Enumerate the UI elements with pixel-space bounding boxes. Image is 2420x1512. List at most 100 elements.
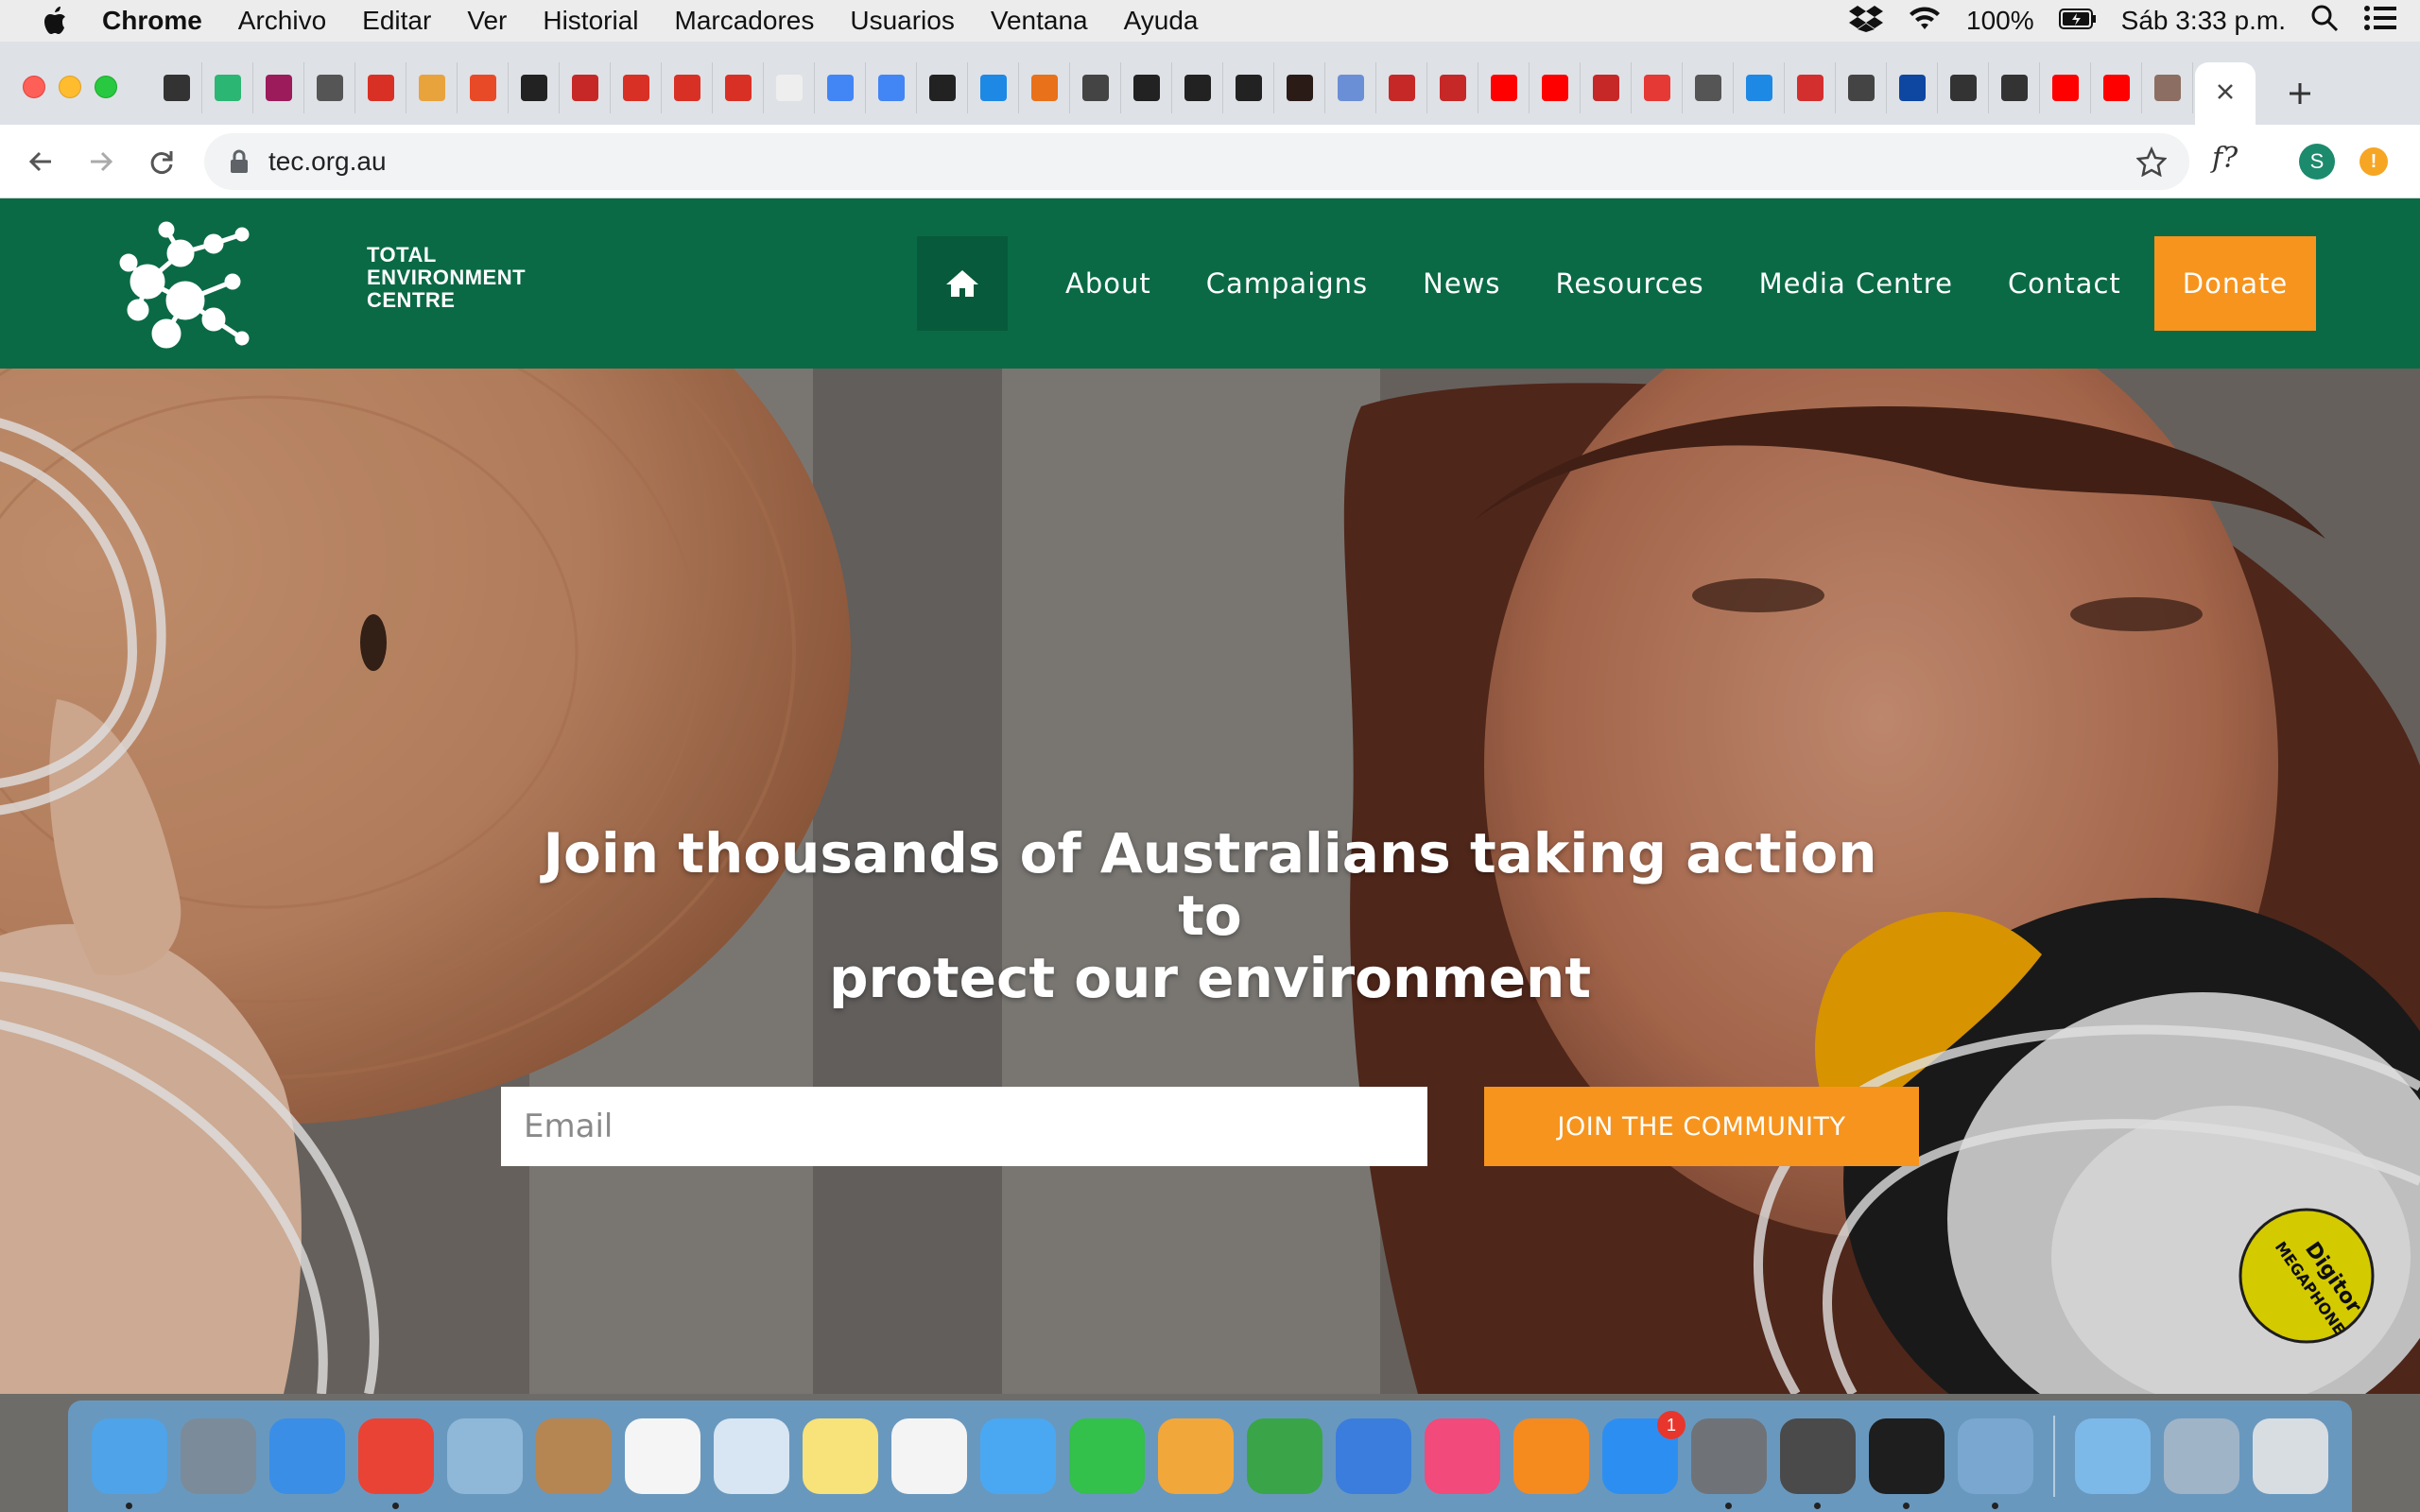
window-fullscreen-button[interactable] [95, 76, 117, 98]
pinned-tab[interactable] [1581, 62, 1632, 113]
menu-ayuda[interactable]: Ayuda [1124, 6, 1199, 36]
pinned-tab[interactable] [2040, 62, 2091, 113]
dock-photos-icon[interactable] [891, 1418, 967, 1494]
notification-center-icon[interactable] [2363, 5, 2397, 38]
pinned-tab[interactable] [355, 62, 406, 113]
wifi-icon[interactable] [1908, 5, 1942, 38]
pinned-tab[interactable] [1376, 62, 1427, 113]
bookmark-star-icon[interactable] [2135, 146, 2168, 180]
dock-image-preview-icon[interactable] [1958, 1418, 2033, 1509]
lock-icon[interactable] [229, 149, 250, 178]
pinned-tab[interactable] [151, 62, 202, 113]
tec-logo[interactable]: TOTAL ENVIRONMENT CENTRE [110, 215, 526, 357]
menu-ventana[interactable]: Ventana [991, 6, 1088, 36]
pinned-tab[interactable] [304, 62, 355, 113]
pinned-tab[interactable] [611, 62, 662, 113]
pinned-tab[interactable] [1530, 62, 1581, 113]
dock-sublime-text-icon[interactable] [1780, 1418, 1856, 1509]
dock-messages-icon[interactable] [980, 1418, 1056, 1494]
pinned-tab[interactable] [1172, 62, 1223, 113]
dock-reminders-icon[interactable] [625, 1418, 700, 1494]
dock-system-preferences-icon[interactable] [1691, 1418, 1767, 1509]
pinned-tab[interactable] [406, 62, 458, 113]
forward-button[interactable] [79, 140, 123, 183]
join-community-button[interactable]: JOIN THE COMMUNITY [1484, 1087, 1919, 1166]
menu-usuarios[interactable]: Usuarios [850, 6, 954, 36]
pinned-tab[interactable] [202, 62, 253, 113]
dock-numbers-icon[interactable] [1247, 1418, 1322, 1494]
tab-close-icon[interactable] [2216, 82, 2235, 105]
pinned-tab[interactable] [1938, 62, 1989, 113]
dock-launchpad-icon[interactable] [181, 1418, 256, 1494]
pinned-tab[interactable] [1019, 62, 1070, 113]
battery-icon[interactable] [2058, 6, 2097, 36]
dock-mail-eagle-icon[interactable] [447, 1418, 523, 1494]
dock-downloads-folder-icon[interactable] [2075, 1418, 2151, 1494]
menu-app-chrome[interactable]: Chrome [102, 6, 202, 36]
dock-preview-photos-icon[interactable] [714, 1418, 789, 1494]
window-minimize-button[interactable] [59, 76, 81, 98]
dock-facetime-icon[interactable] [1069, 1418, 1145, 1494]
pinned-tab[interactable] [1325, 62, 1376, 113]
pinned-tab[interactable] [458, 62, 509, 113]
nav-media-centre[interactable]: Media Centre [1759, 267, 1953, 300]
dock-keynote-icon[interactable] [1336, 1418, 1411, 1494]
menu-clock[interactable]: Sáb 3:33 p.m. [2121, 6, 2286, 36]
nav-campaigns[interactable]: Campaigns [1206, 267, 1368, 300]
nav-resources[interactable]: Resources [1556, 267, 1704, 300]
dock-pages-icon[interactable] [1158, 1418, 1234, 1494]
donate-button[interactable]: Donate [2153, 236, 2317, 331]
battery-percent[interactable]: 100% [1966, 6, 2034, 36]
dock-app-store-icon[interactable]: 1 [1602, 1411, 1685, 1494]
email-field[interactable] [501, 1087, 1427, 1166]
dock-ibooks-icon[interactable] [1513, 1418, 1589, 1494]
chrome-update-icon[interactable]: ! [2360, 147, 2388, 176]
dock-notes-icon[interactable] [803, 1418, 878, 1494]
pinned-tab[interactable] [1632, 62, 1683, 113]
menu-editar[interactable]: Editar [362, 6, 431, 36]
dock-contacts-icon[interactable] [536, 1418, 612, 1494]
dock-safari-icon[interactable] [269, 1418, 345, 1494]
nav-home-button[interactable] [917, 236, 1008, 331]
pinned-tab[interactable] [1478, 62, 1530, 113]
dock-documents-stack-icon[interactable] [2164, 1418, 2239, 1494]
window-close-button[interactable] [23, 76, 45, 98]
pinned-tab[interactable] [968, 62, 1019, 113]
pinned-tab[interactable] [1785, 62, 1836, 113]
dropbox-icon[interactable] [1849, 4, 1884, 39]
pinned-tab[interactable] [1887, 62, 1938, 113]
profile-avatar[interactable]: S [2299, 144, 2335, 180]
new-tab-button[interactable] [2276, 70, 2324, 117]
apple-menu-icon[interactable] [36, 7, 74, 35]
dock-trash-icon[interactable] [2253, 1418, 2328, 1494]
back-button[interactable] [19, 140, 62, 183]
pinned-tab[interactable] [917, 62, 968, 113]
address-bar[interactable]: tec.org.au [204, 133, 2189, 190]
nav-news[interactable]: News [1423, 267, 1500, 300]
spotlight-search-icon[interactable] [2310, 4, 2339, 39]
pinned-tab[interactable] [509, 62, 560, 113]
menu-ver[interactable]: Ver [467, 6, 507, 36]
pinned-tab[interactable] [1427, 62, 1478, 113]
menu-historial[interactable]: Historial [543, 6, 638, 36]
pinned-tab[interactable] [1734, 62, 1785, 113]
pinned-tab[interactable] [662, 62, 713, 113]
dock-itunes-icon[interactable] [1425, 1418, 1500, 1494]
menu-marcadores[interactable]: Marcadores [675, 6, 815, 36]
menu-archivo[interactable]: Archivo [238, 6, 326, 36]
pinned-tab[interactable] [1223, 62, 1274, 113]
active-tab[interactable] [2195, 62, 2256, 125]
dock-finder-icon[interactable] [92, 1418, 167, 1509]
pinned-tab[interactable] [815, 62, 866, 113]
pinned-tab[interactable] [253, 62, 304, 113]
pinned-tab[interactable] [764, 62, 815, 113]
pinned-tab[interactable] [713, 62, 764, 113]
pinned-tab[interactable] [1989, 62, 2040, 113]
url-text[interactable]: tec.org.au [268, 146, 387, 177]
pinned-tab[interactable] [1121, 62, 1172, 113]
font-identifier-extension[interactable]: f? [2212, 142, 2238, 175]
pinned-tab[interactable] [2142, 62, 2193, 113]
pinned-tab[interactable] [1274, 62, 1325, 113]
nav-about[interactable]: About [1065, 267, 1151, 300]
pinned-tab[interactable] [1683, 62, 1734, 113]
